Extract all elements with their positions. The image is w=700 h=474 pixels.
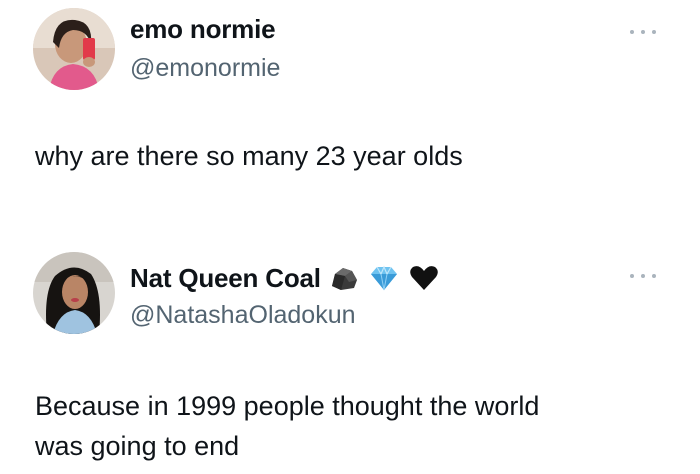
- dot: [652, 30, 656, 34]
- display-name[interactable]: Nat Queen Coal: [130, 263, 439, 294]
- more-icon[interactable]: [630, 28, 656, 36]
- coal-icon: [331, 268, 357, 291]
- avatar[interactable]: [33, 252, 115, 334]
- dot: [641, 30, 645, 34]
- avatar[interactable]: [33, 8, 115, 90]
- tweet-nat-queen-coal: Nat Queen Coal @NatashaOladokun Because: [0, 240, 700, 474]
- user-handle[interactable]: @emonormie: [130, 54, 280, 83]
- dot: [630, 30, 634, 34]
- tweet-text-line: Because in 1999 people thought the world: [35, 391, 540, 421]
- tweet-text: why are there so many 23 year olds: [35, 141, 463, 171]
- more-icon[interactable]: [630, 272, 656, 280]
- display-name[interactable]: emo normie: [130, 14, 276, 45]
- display-name-text: Nat Queen Coal: [130, 263, 321, 293]
- name-badges: [329, 264, 439, 292]
- dot: [630, 274, 634, 278]
- tweet-emo-normie: emo normie @emonormie why are there so m…: [0, 0, 700, 240]
- tweet-text-line: was going to end: [35, 431, 240, 461]
- gem-icon: [370, 265, 397, 291]
- tweet-text: Because in 1999 people thought the world…: [35, 386, 665, 466]
- dot: [641, 274, 645, 278]
- dot: [652, 274, 656, 278]
- black-heart-icon: [410, 266, 438, 291]
- user-handle[interactable]: @NatashaOladokun: [130, 301, 356, 330]
